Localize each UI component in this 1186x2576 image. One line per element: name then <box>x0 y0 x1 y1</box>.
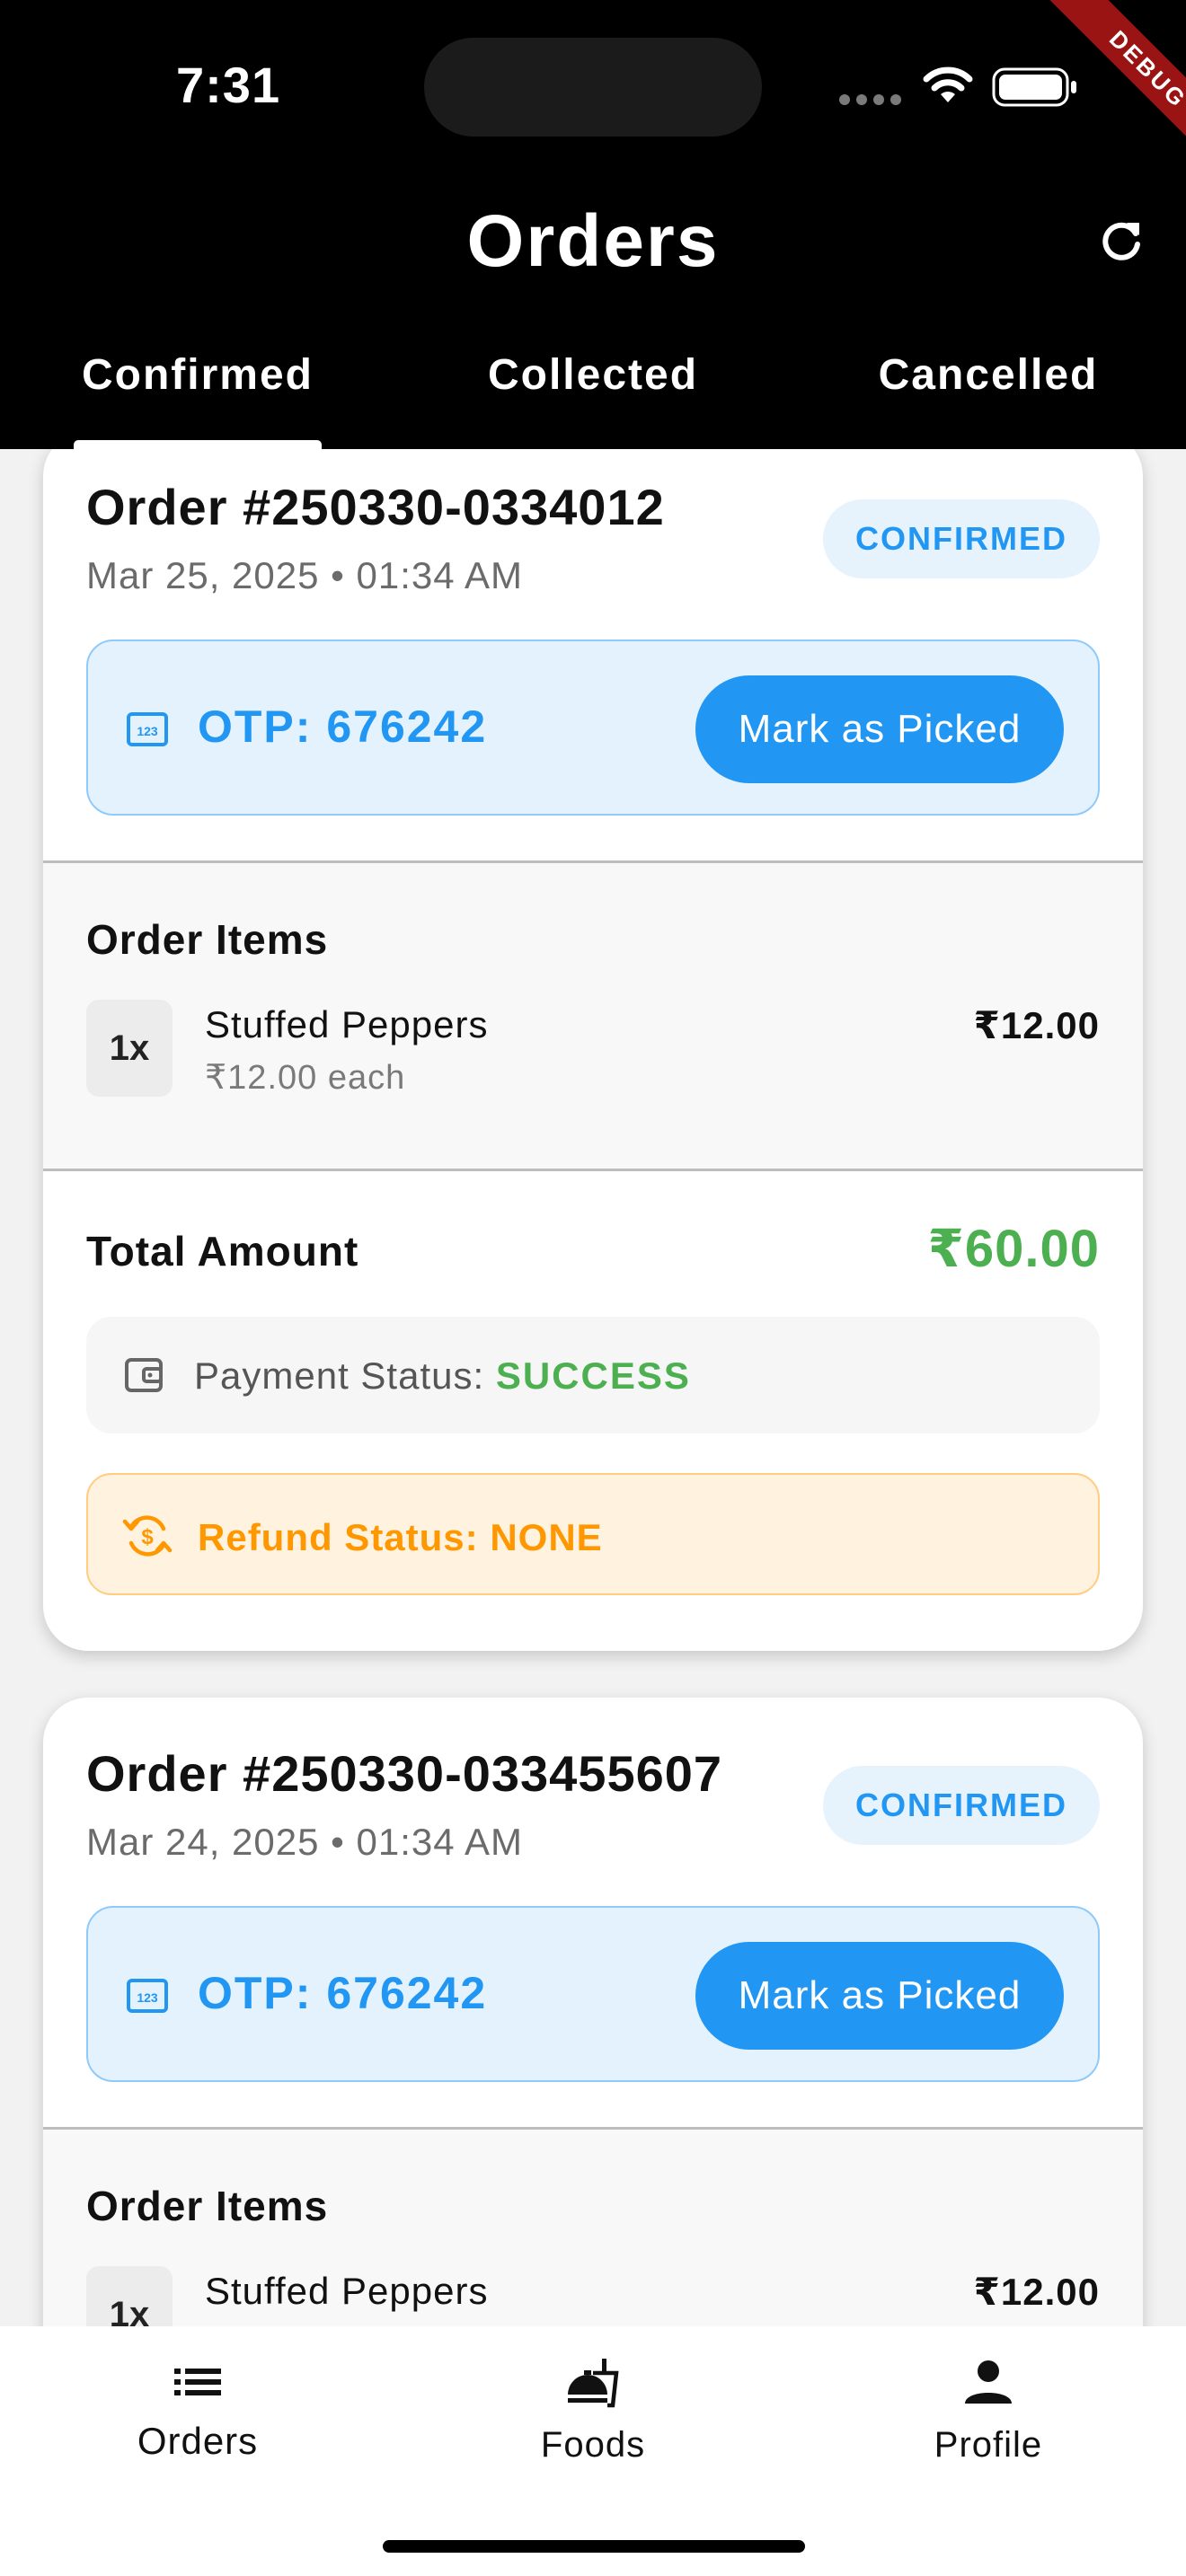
dynamic-island <box>424 38 762 137</box>
list-icon <box>174 2369 221 2395</box>
item-quantity: 1x <box>86 2266 173 2326</box>
payment-status-label: Payment Status: <box>194 1354 485 1397</box>
refresh-button[interactable] <box>1093 212 1150 269</box>
order-items-section: Order Items 1x Stuffed Peppers ₹12.00 ea… <box>43 860 1143 1171</box>
item-price: ₹12.00 <box>973 1004 1100 1046</box>
refresh-icon <box>1102 222 1140 260</box>
nav-orders-label: Orders <box>137 2420 259 2462</box>
otp-panel: 123 OTP: 676242 Mark as Picked <box>86 640 1100 816</box>
battery-icon <box>992 67 1076 107</box>
total-amount-value: ₹60.00 <box>927 1220 1100 1278</box>
mark-as-picked-button[interactable]: Mark as Picked <box>695 1942 1064 2050</box>
tab-cancelled[interactable]: Cancelled <box>845 350 1132 440</box>
active-tab-indicator <box>74 440 322 449</box>
orders-list[interactable]: Order #250330-0334012 Mar 25, 2025 • 01:… <box>0 449 1186 2326</box>
svg-text:123: 123 <box>137 724 158 738</box>
payment-status-value: SUCCESS <box>495 1354 691 1397</box>
refund-status-text: Refund Status: NONE <box>198 1516 603 1558</box>
currency-exchange-icon: $ <box>122 1515 173 1557</box>
order-items-heading: Order Items <box>86 916 329 963</box>
status-time: 7:31 <box>176 57 281 113</box>
item-quantity: 1x <box>86 1000 173 1097</box>
order-card: Order #250330-0334012 Mar 25, 2025 • 01:… <box>43 449 1143 1651</box>
bottom-navigation: Orders Foods Profile <box>0 2326 1186 2576</box>
wallet-icon <box>125 1358 163 1392</box>
nav-foods[interactable]: Foods <box>395 2326 791 2506</box>
wifi-icon <box>923 66 973 102</box>
status-badge: CONFIRMED <box>823 1766 1100 1845</box>
pin-icon: 123 <box>127 712 168 746</box>
status-tabs: Confirmed Collected Cancelled <box>0 341 1186 449</box>
order-card: Order #250330-033455607 Mar 24, 2025 • 0… <box>43 1698 1143 2326</box>
tab-collected[interactable]: Collected <box>449 350 737 440</box>
item-name: Stuffed Peppers <box>205 2270 489 2312</box>
refund-status-panel: $ Refund Status: NONE <box>86 1473 1100 1595</box>
item-unit-price: ₹12.00 each <box>205 1059 406 1097</box>
svg-text:$: $ <box>141 1525 154 1549</box>
payment-status-text: Payment Status: SUCCESS <box>194 1354 691 1398</box>
total-amount-label: Total Amount <box>86 1228 359 1275</box>
cellular-signal-icon <box>839 93 911 106</box>
home-indicator <box>383 2540 805 2553</box>
otp-panel: 123 OTP: 676242 Mark as Picked <box>86 1906 1100 2082</box>
nav-foods-label: Foods <box>540 2425 646 2465</box>
mark-as-picked-button[interactable]: Mark as Picked <box>695 675 1064 783</box>
pin-icon: 123 <box>127 1979 168 2013</box>
nav-profile-label: Profile <box>934 2425 1043 2465</box>
item-name: Stuffed Peppers <box>205 1003 489 1045</box>
nav-profile[interactable]: Profile <box>791 2326 1186 2506</box>
page-title: Orders <box>466 200 720 282</box>
nav-orders[interactable]: Orders <box>0 2326 395 2506</box>
app-header: 7:31 DEBUG Orders Confirmed Collected Ca… <box>0 0 1186 449</box>
payment-status-panel: Payment Status: SUCCESS <box>86 1317 1100 1434</box>
order-header: Order #250330-033455607 Mar 24, 2025 • 0… <box>43 1698 1143 1928</box>
person-icon <box>965 2360 1012 2404</box>
tab-confirmed[interactable]: Confirmed <box>54 350 341 440</box>
otp-code: OTP: 676242 <box>198 1968 488 2018</box>
order-items-heading: Order Items <box>86 2183 329 2229</box>
order-header: Order #250330-0334012 Mar 25, 2025 • 01:… <box>43 449 1143 661</box>
status-badge: CONFIRMED <box>823 499 1100 578</box>
order-total-section: Total Amount ₹60.00 Payment Status: SUCC… <box>43 1171 1143 1651</box>
svg-text:123: 123 <box>137 1990 158 2005</box>
food-icon <box>568 2359 619 2408</box>
item-price: ₹12.00 <box>973 2271 1100 2313</box>
order-items-section: Order Items 1x Stuffed Peppers ₹12.00 <box>43 2127 1143 2326</box>
otp-code: OTP: 676242 <box>198 701 488 752</box>
